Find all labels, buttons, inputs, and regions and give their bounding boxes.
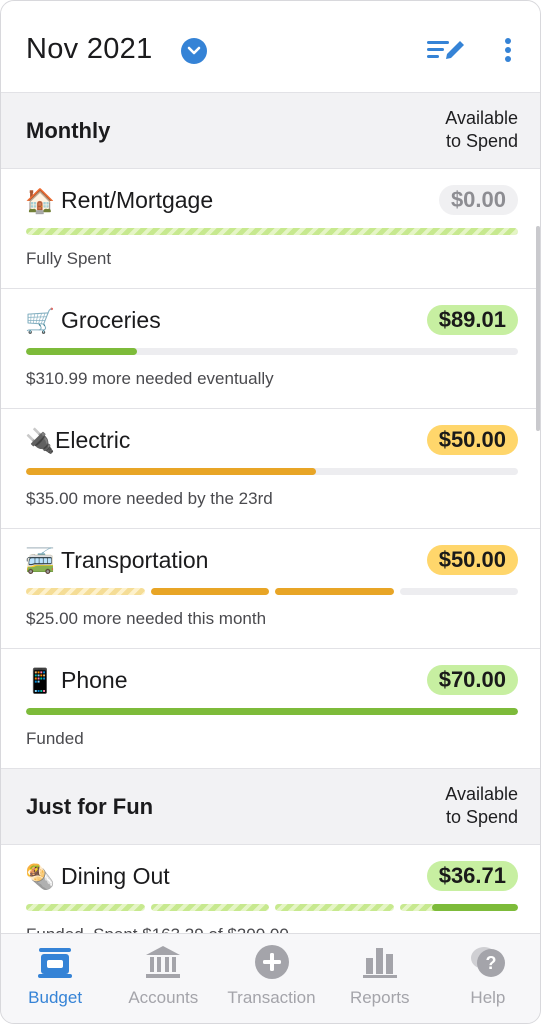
category-status: Funded <box>26 729 84 748</box>
progress-segment <box>26 904 145 911</box>
category-row-phone[interactable]: 📱 Phone $70.00 Funded <box>1 649 540 769</box>
tab-label: Accounts <box>128 988 199 1007</box>
category-row-electric[interactable]: 🔌 Electric $50.00 $35.00 more needed by … <box>1 409 540 529</box>
progress-segments <box>26 904 518 911</box>
progress-segment <box>399 904 518 911</box>
progress-segment <box>26 588 145 595</box>
more-vertical-icon[interactable] <box>504 37 512 68</box>
available-label-line-1: Available <box>445 108 518 128</box>
group-header-just-for-fun: Just for Fun Available to Spend <box>1 769 540 845</box>
category-name: Groceries <box>61 307 161 333</box>
bar-chart-icon <box>361 944 399 985</box>
svg-text:?: ? <box>485 953 496 973</box>
category-name: Rent/Mortgage <box>61 187 214 213</box>
available-label-line-2: to Spend <box>445 807 518 827</box>
tab-label: Reports <box>349 988 410 1007</box>
group-title: Just for Fun <box>26 794 154 819</box>
progress-bar <box>26 228 518 235</box>
tab-help[interactable]: ? Help <box>434 934 540 1023</box>
category-status: $25.00 more needed this month <box>26 609 267 628</box>
progress-segment <box>275 904 394 911</box>
progress-segment <box>399 588 518 595</box>
budget-icon <box>36 944 74 985</box>
tab-transaction[interactable]: Transaction <box>217 934 325 1023</box>
category-name: Dining Out <box>61 863 170 889</box>
progress-segment <box>150 904 269 911</box>
group-header-monthly: Monthly Available to Spend <box>1 93 540 169</box>
scrollbar[interactable] <box>536 226 540 431</box>
tab-label: Budget <box>28 988 83 1007</box>
house-icon: 🏠 <box>25 188 55 215</box>
category-row-transportation[interactable]: 🚎 Transportation $50.00 $25.00 more need… <box>1 529 540 649</box>
tab-label: Transaction <box>227 988 316 1007</box>
budget-list[interactable]: Monthly Available to Spend 🏠 Rent/Mortga… <box>1 93 540 933</box>
phone-screen: Nov 2021 Monthly Available to Spend 🏠 Re… <box>0 0 541 1024</box>
available-amount-pill: $36.71 <box>426 861 518 891</box>
category-status: Fully Spent <box>26 249 112 268</box>
burrito-icon: 🌯 <box>25 864 55 891</box>
progress-bar <box>26 468 518 475</box>
category-status: $310.99 more needed eventually <box>26 369 274 388</box>
plug-icon: 🔌 <box>25 428 55 455</box>
category-status: Funded. Spent $163.29 of $200.00 <box>26 925 289 933</box>
category-name: Electric <box>55 427 131 453</box>
category-name: Phone <box>61 667 128 693</box>
tram-icon: 🚎 <box>25 548 55 575</box>
available-label-line-2: to Spend <box>445 131 518 151</box>
help-bubble-icon: ? <box>469 944 507 985</box>
progress-bar <box>26 708 518 715</box>
progress-fill <box>26 228 518 235</box>
available-amount-pill: $70.00 <box>426 665 518 695</box>
app-header: Nov 2021 <box>1 1 540 93</box>
available-to-spend-label: Available to Spend <box>445 783 518 829</box>
chevron-down-icon[interactable] <box>181 38 207 64</box>
plus-circle-icon <box>253 944 291 985</box>
tab-reports[interactable]: Reports <box>326 934 434 1023</box>
available-label-line-1: Available <box>445 784 518 804</box>
category-status: $35.00 more needed by the 23rd <box>26 489 273 508</box>
category-row-groceries[interactable]: 🛒 Groceries $89.01 $310.99 more needed e… <box>1 289 540 409</box>
progress-fill <box>431 904 518 911</box>
category-row-rent[interactable]: 🏠 Rent/Mortgage $0.00 Fully Spent <box>1 169 540 289</box>
category-row-dining-out[interactable]: 🌯 Dining Out $36.71 Funded. Spent $163.2… <box>1 845 540 933</box>
available-to-spend-label: Available to Spend <box>445 107 518 153</box>
progress-fill <box>26 708 518 715</box>
progress-fill <box>26 468 317 475</box>
progress-segment <box>150 588 269 595</box>
progress-fill <box>26 348 137 355</box>
shopping-cart-icon: 🛒 <box>25 308 55 335</box>
available-amount-pill: $50.00 <box>426 425 518 455</box>
available-amount-pill: $89.01 <box>426 305 518 335</box>
tab-accounts[interactable]: Accounts <box>109 934 217 1023</box>
tab-label: Help <box>470 988 506 1007</box>
available-amount-pill: $0.00 <box>438 185 518 215</box>
category-name: Transportation <box>61 547 209 573</box>
bank-icon <box>144 944 182 985</box>
bottom-tab-bar: Budget Accounts Transaction Reports ? He… <box>1 933 540 1023</box>
edit-list-icon[interactable] <box>426 37 466 68</box>
month-title[interactable]: Nov 2021 <box>26 33 153 66</box>
progress-bar <box>26 348 518 355</box>
group-title: Monthly <box>26 118 111 143</box>
tab-budget[interactable]: Budget <box>1 934 109 1023</box>
available-amount-pill: $50.00 <box>426 545 518 575</box>
progress-segment <box>275 588 394 595</box>
progress-segments <box>26 588 518 595</box>
mobile-phone-icon: 📱 <box>25 668 55 695</box>
